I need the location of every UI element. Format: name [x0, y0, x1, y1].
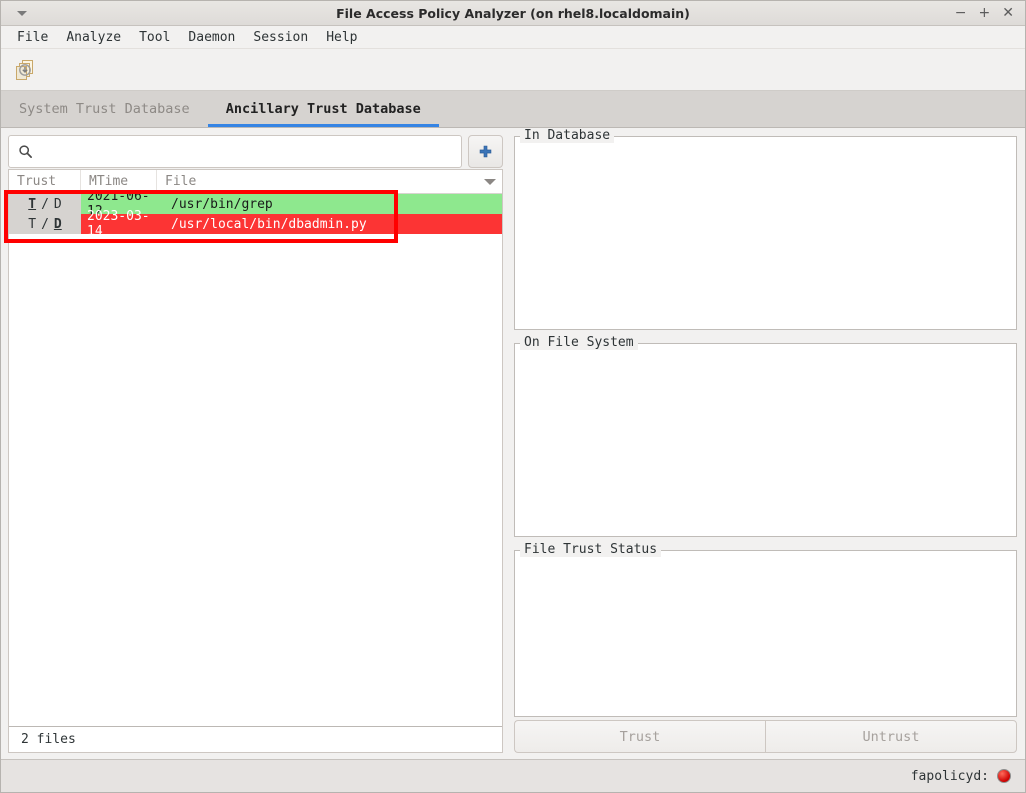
trust-button[interactable]: Trust — [514, 720, 765, 753]
window-controls: − + ✕ — [955, 6, 1025, 20]
trust-flag-separator: / — [41, 216, 49, 232]
column-options-button[interactable] — [484, 170, 496, 193]
menu-item-daemon[interactable]: Daemon — [179, 28, 244, 47]
search-input[interactable] — [33, 143, 461, 160]
window-menu-triangle-icon — [17, 10, 27, 16]
table-row[interactable]: T / D 2023-03-14 /usr/local/bin/dbadmin.… — [9, 209, 502, 239]
window-title: File Access Policy Analyzer (on rhel8.lo… — [336, 5, 690, 21]
cell-file: /usr/bin/grep — [171, 196, 273, 212]
window-menu-button[interactable] — [1, 1, 43, 25]
plus-icon — [479, 145, 492, 158]
trust-list-pane: Trust MTime File T / D 2021-06-12 /usr/b… — [1, 128, 509, 759]
row-content: 2023-03-14 /usr/local/bin/dbadmin.py — [81, 209, 502, 239]
daemon-status-label: fapolicyd: — [910, 768, 989, 784]
list-header: Trust MTime File — [9, 170, 502, 194]
column-header-trust[interactable]: Trust — [9, 170, 81, 193]
menu-item-tool[interactable]: Tool — [130, 28, 179, 47]
tool-bar — [1, 49, 1025, 91]
status-bar: fapolicyd: — [1, 759, 1025, 792]
in-database-frame: In Database — [514, 128, 1017, 330]
details-pane: In Database On File System File Trust St… — [509, 128, 1025, 759]
deploy-changes-icon — [16, 59, 33, 80]
minimize-button[interactable]: − — [955, 6, 967, 20]
deploy-changes-button[interactable] — [11, 55, 41, 85]
on-file-system-content — [515, 344, 1016, 536]
file-count-status: 2 files — [9, 726, 502, 752]
status-dot-red-icon — [997, 769, 1011, 783]
table-row[interactable]: T / D 2021-06-12 /usr/bin/grep — [9, 194, 502, 219]
menu-bar: File Analyze Tool Daemon Session Help — [1, 26, 1025, 49]
trust-flag-separator: / — [41, 196, 49, 212]
search-row — [8, 135, 503, 168]
title-bar: File Access Policy Analyzer (on rhel8.lo… — [1, 1, 1025, 26]
menu-item-help[interactable]: Help — [317, 28, 366, 47]
tab-label: Ancillary Trust Database — [225, 101, 421, 117]
cell-file: /usr/local/bin/dbadmin.py — [171, 216, 367, 232]
menu-item-file[interactable]: File — [8, 28, 57, 47]
on-file-system-frame: On File System — [514, 335, 1017, 537]
main-content: Trust MTime File T / D 2021-06-12 /usr/b… — [1, 128, 1025, 759]
on-file-system-legend: On File System — [520, 335, 638, 350]
in-database-content — [515, 137, 1016, 329]
trust-action-buttons: Trust Untrust — [514, 720, 1017, 753]
search-icon — [19, 145, 32, 158]
column-header-file[interactable]: File — [157, 170, 502, 193]
trust-flag-d[interactable]: D — [54, 197, 62, 212]
list-rows: T / D 2021-06-12 /usr/bin/grep T / D 202… — [9, 194, 502, 726]
column-header-mtime[interactable]: MTime — [81, 170, 157, 193]
chevron-down-icon — [484, 178, 496, 185]
file-trust-status-frame: File Trust Status — [514, 542, 1017, 717]
in-database-legend: In Database — [520, 128, 615, 143]
search-box[interactable] — [8, 135, 462, 168]
menu-item-session[interactable]: Session — [244, 28, 317, 47]
add-file-button[interactable] — [468, 135, 503, 168]
trust-list: Trust MTime File T / D 2021-06-12 /usr/b… — [8, 169, 503, 753]
menu-item-analyze[interactable]: Analyze — [57, 28, 130, 47]
trust-flag-t[interactable]: T — [28, 197, 36, 212]
cell-trust[interactable]: T / D — [9, 214, 81, 234]
tab-bar: System Trust Database Ancillary Trust Da… — [1, 91, 1025, 128]
file-trust-status-legend: File Trust Status — [520, 542, 662, 557]
untrust-button[interactable]: Untrust — [765, 720, 1017, 753]
app-window: File Access Policy Analyzer (on rhel8.lo… — [0, 0, 1026, 793]
tab-system-trust-database[interactable]: System Trust Database — [1, 91, 208, 127]
tab-ancillary-trust-database[interactable]: Ancillary Trust Database — [207, 91, 439, 127]
tab-label: System Trust Database — [19, 101, 190, 117]
trust-flag-t[interactable]: T — [28, 217, 36, 232]
maximize-button[interactable]: + — [979, 6, 991, 20]
file-trust-status-content — [515, 551, 1016, 716]
trust-flag-d[interactable]: D — [54, 217, 62, 232]
cell-mtime: 2023-03-14 — [87, 209, 150, 239]
close-button[interactable]: ✕ — [1002, 6, 1014, 20]
cell-trust[interactable]: T / D — [9, 194, 81, 214]
